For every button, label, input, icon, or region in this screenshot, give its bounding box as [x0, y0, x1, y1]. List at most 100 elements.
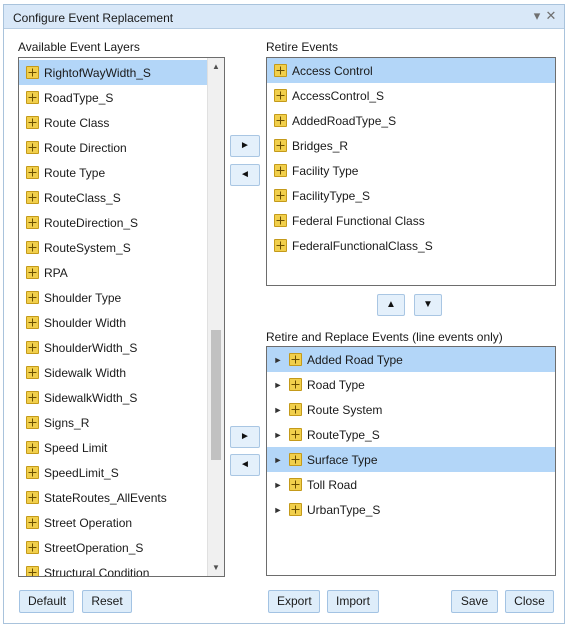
move-to-replace-button[interactable]: ►: [230, 426, 260, 448]
move-to-retire-button[interactable]: ►: [230, 135, 260, 157]
expand-arrow-icon[interactable]: ►: [271, 405, 285, 415]
feature-layer-icon: [26, 416, 39, 429]
close-icon[interactable]: ✕: [543, 8, 559, 24]
list-item[interactable]: Bridges_R: [267, 133, 555, 158]
feature-layer-icon: [274, 189, 287, 202]
list-item[interactable]: Speed Limit: [19, 435, 207, 460]
list-item[interactable]: ShoulderWidth_S: [19, 335, 207, 360]
expand-arrow-icon[interactable]: ►: [271, 505, 285, 515]
list-item-label: AddedRoadType_S: [292, 113, 397, 128]
retire-replace-events-list[interactable]: ► Added Road Type ► Road Type ► Route System ►…: [266, 346, 556, 576]
list-item-label: Route Direction: [44, 140, 127, 155]
list-item[interactable]: Access Control: [267, 58, 555, 83]
export-button[interactable]: Export: [268, 590, 320, 613]
list-item[interactable]: RouteClass_S: [19, 185, 207, 210]
tree-item[interactable]: ► Road Type: [267, 372, 555, 397]
feature-layer-icon: [274, 89, 287, 102]
expand-arrow-icon[interactable]: ►: [271, 480, 285, 490]
list-item-label: UrbanType_S: [307, 502, 381, 517]
list-item-label: AccessControl_S: [292, 88, 385, 103]
list-item[interactable]: SpeedLimit_S: [19, 460, 207, 485]
import-button[interactable]: Import: [327, 590, 379, 613]
list-item[interactable]: SidewalkWidth_S: [19, 385, 207, 410]
list-item[interactable]: FacilityType_S: [267, 183, 555, 208]
list-item-label: StateRoutes_AllEvents: [44, 490, 167, 505]
list-item-label: FacilityType_S: [292, 188, 371, 203]
move-down-button[interactable]: ▼: [414, 294, 442, 316]
feature-layer-icon: [274, 139, 287, 152]
move-up-button[interactable]: ▲: [377, 294, 405, 316]
expand-arrow-icon[interactable]: ►: [271, 355, 285, 365]
reset-button[interactable]: Reset: [82, 590, 132, 613]
list-item-label: RoadType_S: [44, 90, 114, 105]
remove-from-replace-button[interactable]: ◄: [230, 454, 260, 476]
list-item-label: RouteDirection_S: [44, 215, 139, 230]
tree-item[interactable]: ► Surface Type: [267, 447, 555, 472]
list-item[interactable]: StateRoutes_AllEvents: [19, 485, 207, 510]
list-item[interactable]: Route Class: [19, 110, 207, 135]
feature-layer-icon: [274, 114, 287, 127]
feature-layer-icon: [26, 316, 39, 329]
close-button[interactable]: Close: [505, 590, 554, 613]
list-item-label: Facility Type: [292, 163, 359, 178]
list-item-label: Shoulder Type: [44, 290, 122, 305]
feature-layer-icon: [274, 164, 287, 177]
expand-arrow-icon[interactable]: ►: [271, 455, 285, 465]
available-list-scrollbar[interactable]: ▲ ▼: [207, 58, 224, 576]
feature-layer-icon: [289, 378, 302, 391]
list-item[interactable]: Sidewalk Width: [19, 360, 207, 385]
dialog-title: Configure Event Replacement: [13, 11, 174, 25]
list-item-label: StreetOperation_S: [44, 540, 144, 555]
tree-item[interactable]: ► Toll Road: [267, 472, 555, 497]
feature-layer-icon: [26, 541, 39, 554]
list-item[interactable]: Shoulder Type: [19, 285, 207, 310]
feature-layer-icon: [289, 353, 302, 366]
list-item[interactable]: RouteSystem_S: [19, 235, 207, 260]
list-item-label: Federal Functional Class: [292, 213, 425, 228]
list-item[interactable]: Shoulder Width: [19, 310, 207, 335]
list-item-label: Signs_R: [44, 415, 90, 430]
feature-layer-icon: [26, 166, 39, 179]
list-item[interactable]: Route Direction: [19, 135, 207, 160]
list-item[interactable]: RoadType_S: [19, 85, 207, 110]
list-item-label: Sidewalk Width: [44, 365, 127, 380]
feature-layer-icon: [26, 141, 39, 154]
list-item[interactable]: Signs_R: [19, 410, 207, 435]
tree-item[interactable]: ► Route System: [267, 397, 555, 422]
feature-layer-icon: [26, 266, 39, 279]
list-item[interactable]: Facility Type: [267, 158, 555, 183]
list-item[interactable]: AccessControl_S: [267, 83, 555, 108]
feature-layer-icon: [26, 441, 39, 454]
scrollbar-thumb[interactable]: [211, 329, 221, 460]
list-item[interactable]: RPA: [19, 260, 207, 285]
list-item[interactable]: StreetOperation_S: [19, 535, 207, 560]
expand-arrow-icon[interactable]: ►: [271, 380, 285, 390]
list-item[interactable]: RightofWayWidth_S: [19, 60, 207, 85]
list-item[interactable]: FederalFunctionalClass_S: [267, 233, 555, 258]
list-item[interactable]: Structural Condition: [19, 560, 207, 576]
scroll-down-arrow-icon[interactable]: ▼: [208, 559, 224, 576]
feature-layer-icon: [26, 191, 39, 204]
save-button[interactable]: Save: [451, 590, 498, 613]
list-item[interactable]: Street Operation: [19, 510, 207, 535]
list-item[interactable]: Route Type: [19, 160, 207, 185]
tree-item[interactable]: ► Added Road Type: [267, 347, 555, 372]
feature-layer-icon: [26, 91, 39, 104]
tree-item[interactable]: ► RouteType_S: [267, 422, 555, 447]
expand-arrow-icon[interactable]: ►: [271, 430, 285, 440]
list-item-label: RightofWayWidth_S: [44, 65, 151, 80]
feature-layer-icon: [274, 214, 287, 227]
list-item[interactable]: AddedRoadType_S: [267, 108, 555, 133]
dialog-titlebar[interactable]: Configure Event Replacement ▾ ✕: [4, 5, 564, 29]
scroll-up-arrow-icon[interactable]: ▲: [208, 58, 224, 75]
retire-events-list[interactable]: Access Control AccessControl_S AddedRoadTy…: [266, 57, 556, 286]
default-button[interactable]: Default: [19, 590, 74, 613]
feature-layer-icon: [26, 566, 39, 576]
tree-item[interactable]: ► UrbanType_S: [267, 497, 555, 522]
list-item[interactable]: Federal Functional Class: [267, 208, 555, 233]
retire-replace-label: Retire and Replace Events (line events o…: [266, 330, 503, 344]
feature-layer-icon: [26, 491, 39, 504]
available-layers-list[interactable]: ▲ ▼ RightofWayWidth_S RoadType_S Route Cla…: [18, 57, 225, 577]
remove-from-retire-button[interactable]: ◄: [230, 164, 260, 186]
list-item[interactable]: RouteDirection_S: [19, 210, 207, 235]
